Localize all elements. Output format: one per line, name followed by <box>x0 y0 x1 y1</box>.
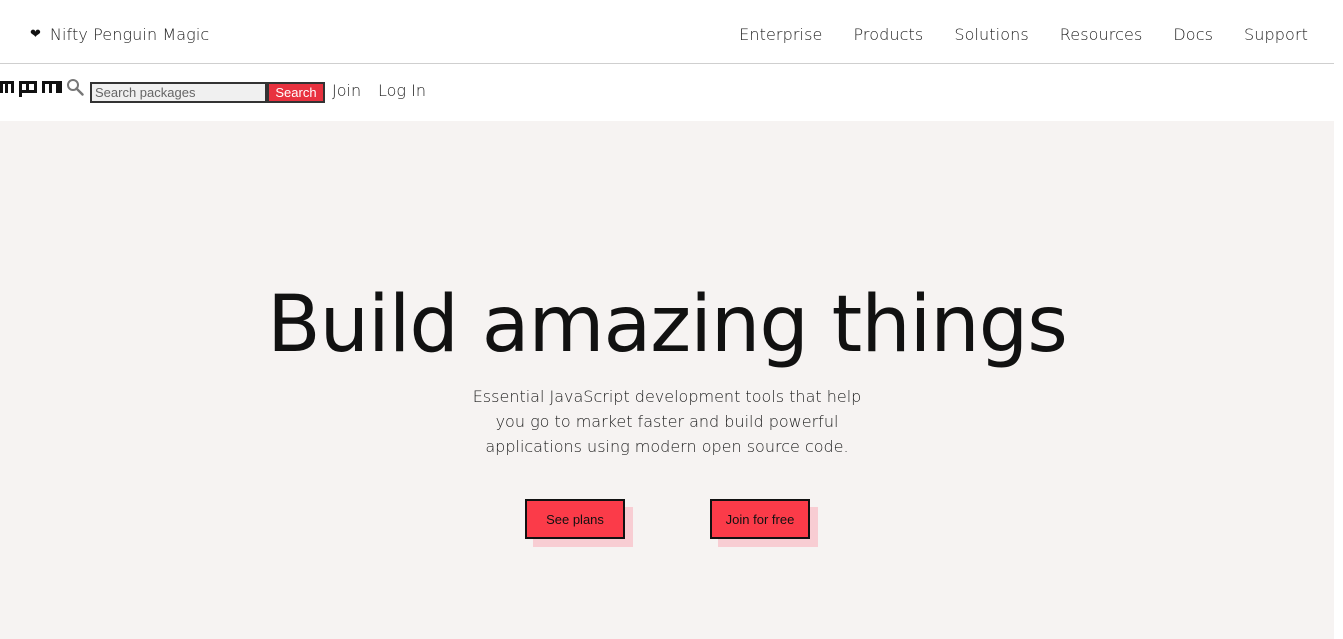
join-free-cta: Join for free <box>710 499 818 547</box>
join-link[interactable]: Join <box>332 81 361 100</box>
hero-title: Build amazing things <box>267 280 1068 370</box>
see-plans-button[interactable]: See plans <box>525 499 625 539</box>
nav-solutions[interactable]: Solutions <box>954 25 1028 44</box>
nav-resources[interactable]: Resources <box>1060 25 1143 44</box>
search-input[interactable] <box>90 82 267 103</box>
see-plans-cta: See plans <box>525 499 633 547</box>
nav-docs[interactable]: Docs <box>1173 25 1213 44</box>
brand-name: Nifty Penguin Magic <box>49 24 210 44</box>
hero-section: Build amazing things Essential JavaScrip… <box>0 121 1334 639</box>
brand[interactable]: ❤ Nifty Penguin Magic <box>30 22 209 46</box>
hero-subtitle: Essential JavaScript development tools t… <box>472 387 862 456</box>
heart-icon: ❤ <box>30 26 41 42</box>
join-for-free-button[interactable]: Join for free <box>710 499 810 539</box>
nav-enterprise[interactable]: Enterprise <box>739 25 822 44</box>
top-navigation-bar: ❤ Nifty Penguin Magic Enterprise Product… <box>0 0 1334 64</box>
scrollbar-gutter <box>1334 0 1343 639</box>
search-row: Search Join Log In <box>0 64 1334 121</box>
main-nav: Enterprise Products Solutions Resources … <box>708 22 1308 46</box>
search-button[interactable]: Search <box>267 82 325 103</box>
nav-products[interactable]: Products <box>853 25 923 44</box>
magnifier-icon <box>67 79 84 96</box>
login-link[interactable]: Log In <box>378 81 426 100</box>
nav-support[interactable]: Support <box>1244 25 1308 44</box>
npm-logo[interactable] <box>0 77 62 97</box>
